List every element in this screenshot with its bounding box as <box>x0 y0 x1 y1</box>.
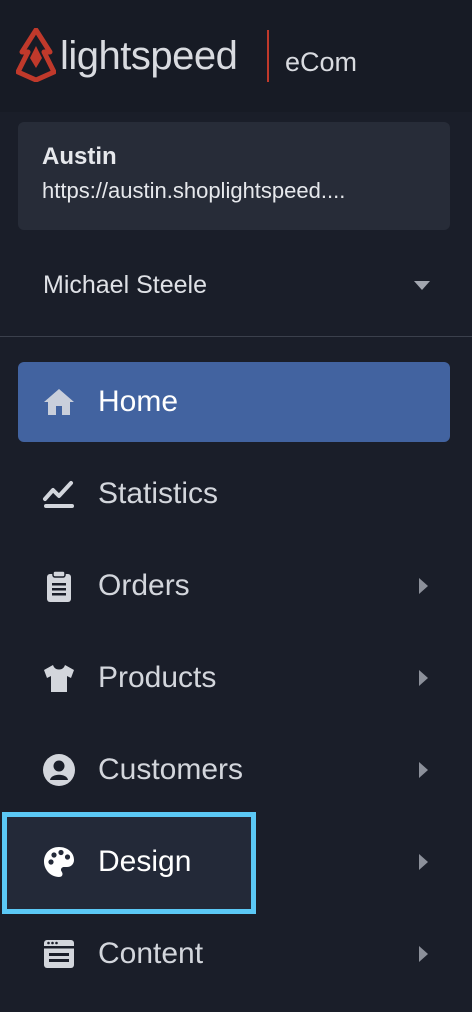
design-highlight-outline <box>2 812 256 914</box>
chevron-right-icon <box>419 670 428 686</box>
store-url: https://austin.shoplightspeed.... <box>42 178 346 203</box>
browser-window-icon <box>44 940 74 968</box>
store-switcher[interactable]: Austin https://austin.shoplightspeed.... <box>18 122 450 230</box>
nav-item-label: Products <box>98 661 217 694</box>
user-menu[interactable]: Michael Steele <box>0 254 472 318</box>
home-icon <box>44 389 74 415</box>
nav-item-customers[interactable]: Customers <box>18 730 450 810</box>
chevron-right-icon <box>419 762 428 778</box>
chevron-right-icon <box>419 578 428 594</box>
nav-item-content[interactable]: Content <box>18 914 450 994</box>
nav-item-label: Customers <box>98 753 244 786</box>
brand-divider <box>267 30 269 82</box>
nav-item-label: Orders <box>98 569 190 602</box>
lightspeed-flame-icon <box>16 28 56 82</box>
tshirt-icon <box>44 665 74 692</box>
sidebar: lightspeed eCom Austin https://austin.sh… <box>0 0 472 1012</box>
clipboard-icon <box>47 570 71 602</box>
nav-item-products[interactable]: Products <box>18 638 450 718</box>
divider <box>0 336 472 337</box>
nav-item-orders[interactable]: Orders <box>18 546 450 626</box>
nav-item-statistics[interactable]: Statistics <box>18 454 450 534</box>
brand-header: lightspeed eCom <box>0 0 472 112</box>
brand-wordmark: lightspeed <box>60 34 238 78</box>
nav-item-label: Home <box>98 385 179 418</box>
caret-down-icon[interactable] <box>414 281 430 290</box>
nav-item-label: Content <box>98 937 204 970</box>
store-name: Austin <box>42 143 117 170</box>
chevron-right-icon <box>419 946 428 962</box>
nav-item-label: Statistics <box>98 477 219 510</box>
chevron-right-icon <box>419 854 428 870</box>
user-circle-icon <box>43 754 75 786</box>
user-name: Michael Steele <box>43 271 207 299</box>
nav-item-home[interactable]: Home <box>18 362 450 442</box>
product-name: eCom <box>285 47 358 77</box>
chart-line-icon <box>43 481 74 508</box>
